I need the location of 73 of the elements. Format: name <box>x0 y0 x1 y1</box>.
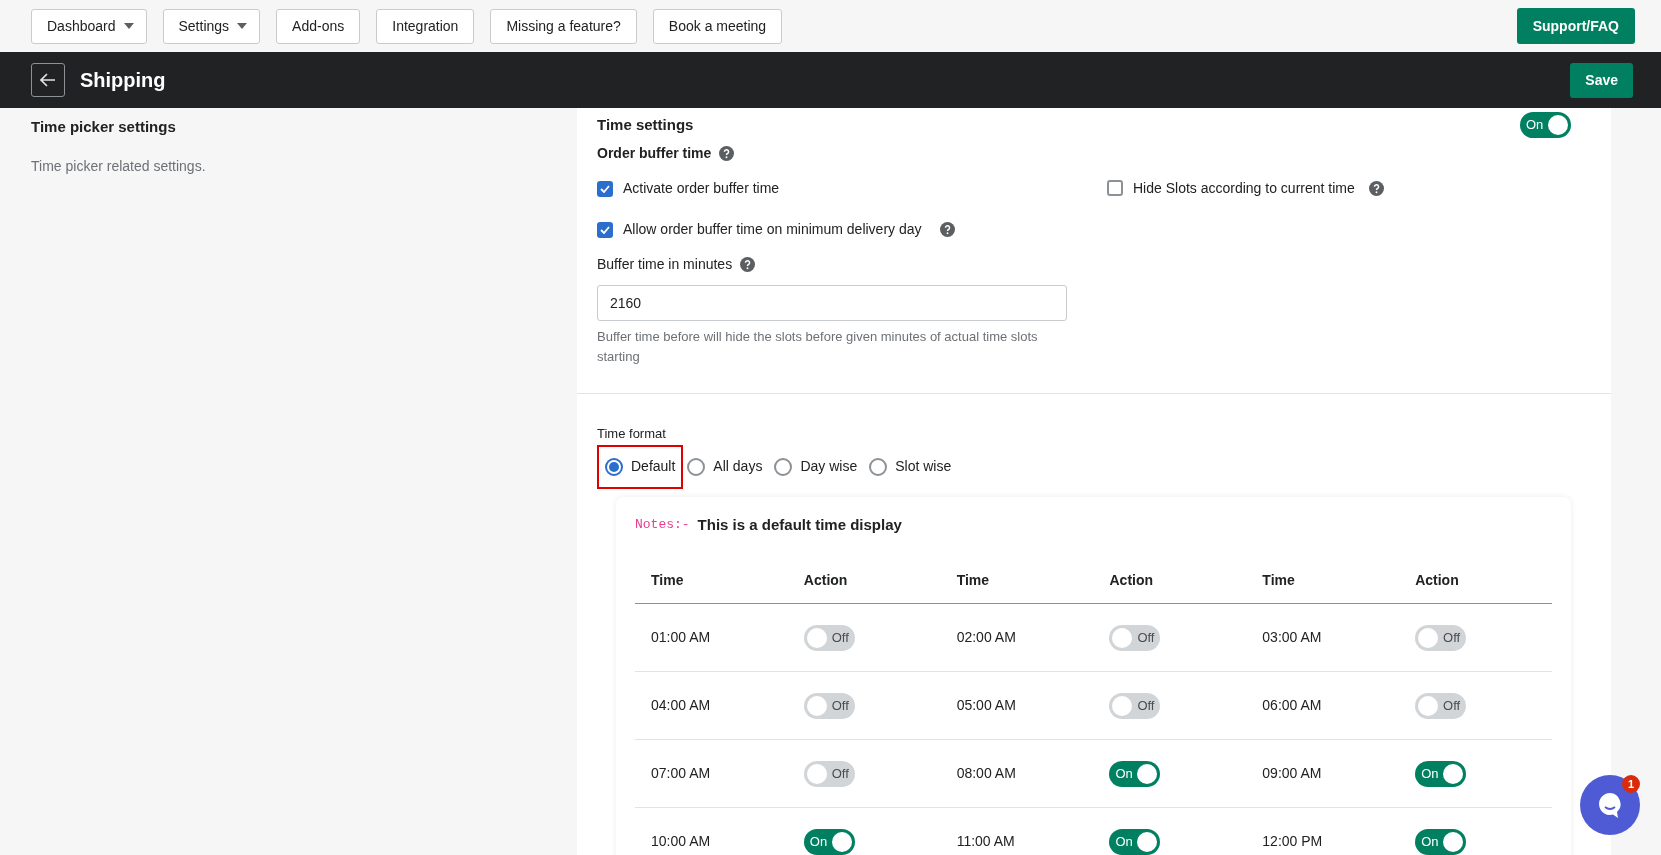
toggle-switch[interactable]: On <box>1520 112 1571 138</box>
toggle-switch[interactable]: Off <box>1415 624 1467 651</box>
nav-button[interactable]: Settings <box>162 8 261 44</box>
checkbox-row[interactable]: Allow order buffer time on minimum delivery day <box>597 209 1067 250</box>
column-header: Time <box>650 571 685 590</box>
support-button[interactable]: Support/FAQ <box>1516 8 1635 44</box>
back-button[interactable] <box>31 63 65 97</box>
time-cell-text: 03:00 AM <box>1261 628 1323 647</box>
column-header: Action <box>802 571 849 590</box>
time-cell-text: 06:00 AM <box>1261 696 1323 715</box>
radio-button[interactable] <box>605 457 623 476</box>
back-arrow-icon <box>40 73 56 87</box>
checkbox-label[interactable]: Hide Slots according to current time <box>1133 177 1355 199</box>
radio-button[interactable] <box>774 457 793 476</box>
caret-icon <box>237 23 248 29</box>
time-cell-text: 05:00 AM <box>955 696 1017 715</box>
time-cell-text: 11:00 AM <box>955 832 1016 851</box>
time-cell-text: 02:00 AM <box>955 628 1017 647</box>
toggle-switch[interactable]: Off <box>803 692 855 719</box>
field-label: Buffer time in minutes <box>597 255 733 274</box>
nav-button[interactable]: Missing a feature? <box>490 8 637 44</box>
checkmark-icon <box>600 184 610 193</box>
toggle-switch[interactable]: Off <box>1109 692 1161 719</box>
page-title: Shipping <box>80 68 166 93</box>
section-title: Time settings <box>597 114 694 135</box>
column-header: Action <box>1108 571 1155 590</box>
notes-label: Notes:- <box>635 516 690 534</box>
radio-button[interactable] <box>687 457 706 476</box>
time-cell-text: 07:00 AM <box>650 764 712 783</box>
toggle-switch[interactable]: Off <box>1415 692 1467 719</box>
column-header: Time <box>1261 571 1296 590</box>
section-title: Time picker settings <box>31 117 177 137</box>
buffer-time-field[interactable]: 2160 <box>597 285 1067 321</box>
toggle-switch[interactable]: On <box>1415 760 1467 787</box>
toggle-switch[interactable]: On <box>1109 760 1161 787</box>
checkbox-row[interactable]: Activate order buffer time <box>597 168 1067 209</box>
help-icon <box>939 222 955 237</box>
help-icon <box>719 146 735 161</box>
column-header: Time <box>955 571 991 590</box>
radio-option[interactable]: Default <box>597 444 684 489</box>
time-cell-text: 10:00 AM <box>650 832 712 851</box>
field-label: Time format <box>597 425 667 443</box>
field-label: Order buffer time <box>597 144 712 163</box>
nav-button[interactable]: Book a meeting <box>652 8 783 44</box>
toggle-switch[interactable]: On <box>1415 828 1467 855</box>
help-icon <box>1368 180 1384 196</box>
toggle-switch[interactable]: On <box>803 828 855 855</box>
time-cell-text: 04:00 AM <box>650 696 712 715</box>
section-description: Time picker related settings. <box>31 156 207 176</box>
toggle-switch[interactable]: Off <box>1109 624 1161 651</box>
caret-icon <box>123 23 134 29</box>
checkbox[interactable] <box>1107 180 1123 196</box>
column-header: Action <box>1414 571 1460 590</box>
nav-button[interactable]: Dashboard <box>31 8 147 44</box>
radio-button[interactable] <box>869 457 888 476</box>
nav-button[interactable]: Integration <box>376 8 475 44</box>
nav-button[interactable]: Add-ons <box>276 8 361 44</box>
save-button[interactable]: Save <box>1570 62 1633 98</box>
toggle-switch[interactable]: Off <box>803 624 855 651</box>
checkbox[interactable] <box>597 180 613 197</box>
hint-text: Buffer time before will hide the slots before given minutes of actual time slots starting <box>597 328 1039 366</box>
toggle-switch[interactable]: Off <box>803 760 855 787</box>
notification-badge: 1 <box>1622 775 1640 793</box>
time-cell-text: 12:00 PM <box>1261 832 1324 851</box>
chat-bubble-icon <box>1596 790 1624 820</box>
checkbox[interactable] <box>597 221 613 238</box>
notes-text: This is a default time display <box>697 514 902 535</box>
help-icon <box>740 257 756 272</box>
time-cell-text: 08:00 AM <box>955 764 1017 783</box>
time-cell-text: 01:00 AM <box>650 628 712 647</box>
toggle-switch[interactable]: On <box>1109 828 1161 855</box>
time-cell-text: 09:00 AM <box>1261 764 1323 783</box>
checkmark-icon <box>600 225 610 234</box>
